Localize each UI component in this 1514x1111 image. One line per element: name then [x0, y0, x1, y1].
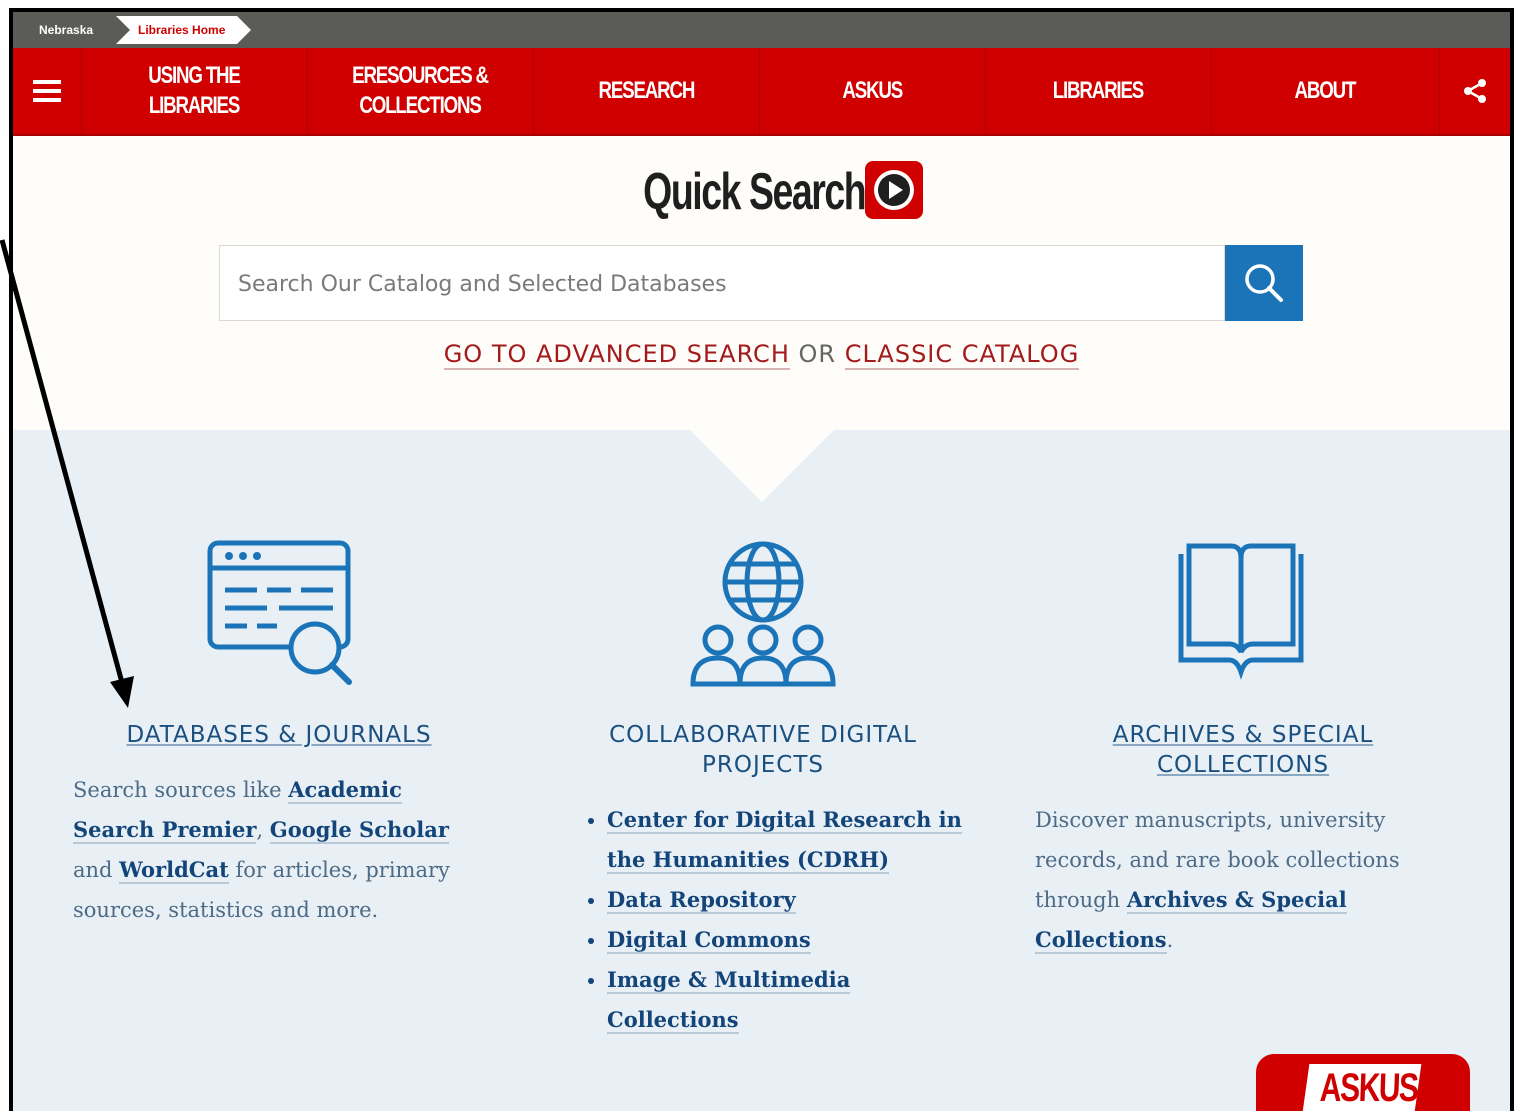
search-icon: [1245, 264, 1283, 302]
search-button[interactable]: [1225, 245, 1303, 321]
description-text: Search sources like: [73, 778, 289, 802]
breadcrumb: Nebraska Libraries Home: [13, 12, 1510, 48]
database-search-icon: [207, 540, 352, 685]
cdrh-link[interactable]: Center for Digital Research in the Human…: [607, 807, 962, 874]
digital-commons-link[interactable]: Digital Commons: [607, 927, 811, 954]
list-item: Data Repository: [607, 880, 983, 920]
image-multimedia-link[interactable]: Image & Multimedia Collections: [607, 967, 851, 1034]
archives-description: Discover manuscripts, university records…: [1035, 800, 1435, 960]
search-links: GO TO ADVANCED SEARCH OR CLASSIC CATALOG: [13, 340, 1510, 370]
classic-catalog-link[interactable]: CLASSIC CATALOG: [844, 340, 1080, 370]
nav-label: ABOUT: [1294, 77, 1357, 104]
globe-people-icon: [690, 541, 836, 687]
open-book-icon: [1178, 543, 1304, 680]
list-item: Digital Commons: [607, 920, 983, 960]
askus-button[interactable]: ASKUS: [1256, 1054, 1470, 1111]
nav-label: ERESOURCES & COLLECTIONS: [352, 62, 489, 119]
worldcat-link[interactable]: WorldCat: [119, 857, 229, 884]
nav-item-research[interactable]: RESEARCH: [533, 48, 760, 134]
hamburger-icon[interactable]: [13, 48, 82, 134]
quick-search-title: Quick Search: [13, 161, 1510, 222]
askus-label: ASKUS: [1319, 1066, 1419, 1110]
nav-label: ASKUS: [842, 77, 903, 104]
main-nav: USING THE LIBRARIES ERESOURCES & COLLECT…: [13, 48, 1510, 136]
data-repository-link[interactable]: Data Repository: [607, 887, 796, 914]
databases-description: Search sources like Academic Search Prem…: [73, 770, 483, 930]
nav-label: LIBRARIES: [1052, 77, 1145, 104]
search-input[interactable]: [220, 246, 1194, 322]
list-item: Image & Multimedia Collections: [607, 960, 983, 1040]
nav-label: RESEARCH: [598, 77, 695, 104]
nav-item-using-the-libraries[interactable]: USING THE LIBRARIES: [81, 48, 308, 134]
browser-frame: Nebraska Libraries Home USING THE LIBRAR…: [9, 8, 1514, 1111]
or-text: OR: [798, 340, 837, 368]
databases-journals-link[interactable]: DATABASES & JOURNALS: [73, 720, 485, 750]
share-icon[interactable]: [1439, 48, 1510, 134]
archives-special-collections-link[interactable]: ARCHIVES & SPECIAL COLLECTIONS: [1053, 720, 1433, 780]
description-text: ,: [256, 818, 270, 842]
digital-projects-list: Center for Digital Research in the Human…: [583, 800, 983, 1040]
nav-item-libraries[interactable]: LIBRARIES: [985, 48, 1212, 134]
google-scholar-link[interactable]: Google Scholar: [269, 817, 449, 844]
description-text: and: [73, 858, 120, 882]
play-icon: [865, 161, 924, 219]
search-box: [219, 245, 1225, 322]
description-text: .: [1166, 928, 1174, 952]
quick-search-heading: Quick Search: [642, 163, 866, 221]
nav-item-eresources[interactable]: ERESOURCES & COLLECTIONS: [307, 48, 534, 134]
breadcrumb-item-nebraska[interactable]: Nebraska: [23, 16, 120, 44]
list-item: Center for Digital Research in the Human…: [607, 800, 983, 880]
advanced-search-link[interactable]: GO TO ADVANCED SEARCH: [443, 340, 790, 370]
nav-item-askus[interactable]: ASKUS: [759, 48, 986, 134]
panel-notch: [690, 430, 834, 502]
breadcrumb-item-libraries-home[interactable]: Libraries Home: [116, 16, 252, 44]
nav-item-about[interactable]: ABOUT: [1211, 48, 1440, 134]
nav-label: USING THE LIBRARIES: [148, 62, 241, 119]
collaborative-digital-projects-heading: COLLABORATIVE DIGITAL PROJECTS: [609, 722, 917, 778]
